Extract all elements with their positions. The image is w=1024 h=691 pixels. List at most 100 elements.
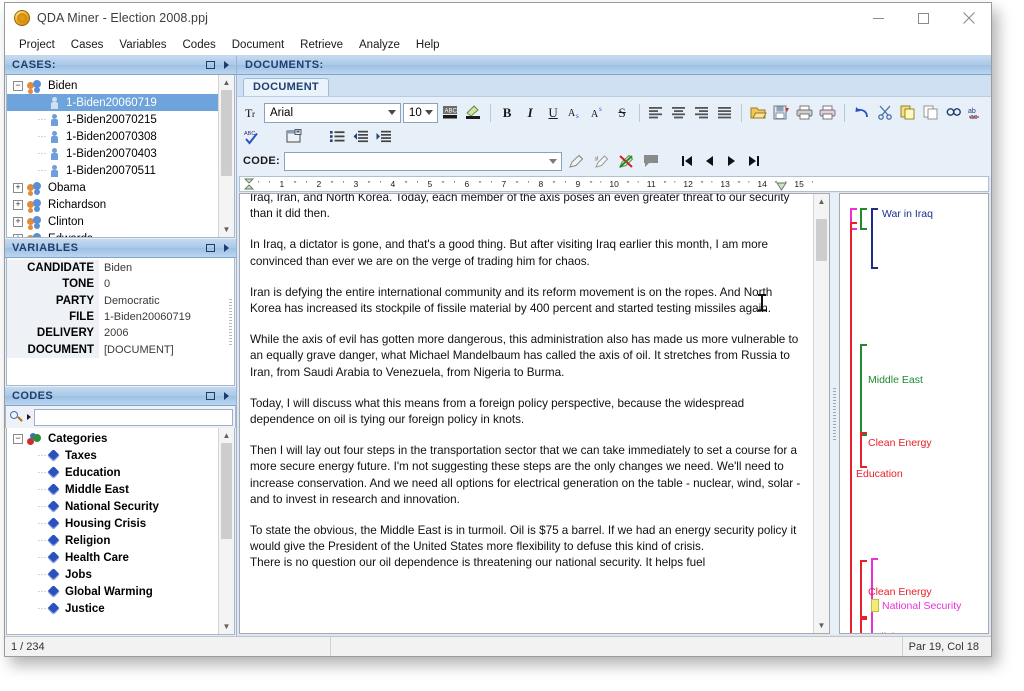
cases-menu-chevron-icon[interactable]	[221, 60, 232, 71]
align-center-icon[interactable]	[668, 102, 689, 123]
next-icon[interactable]	[722, 152, 741, 171]
tree-item-health-care[interactable]: ⋯ Health Care	[7, 549, 218, 566]
undo-icon[interactable]	[851, 102, 872, 123]
tree-item-education[interactable]: ⋯ Education	[7, 464, 218, 481]
maximize-button[interactable]	[901, 3, 946, 33]
margin-code-label[interactable]: Religion	[868, 631, 906, 633]
tree-item-taxes[interactable]: ⋯ Taxes	[7, 447, 218, 464]
tree-item-edwards[interactable]: + Edwards	[7, 230, 218, 237]
scroll-down-icon[interactable]: ▼	[814, 618, 829, 633]
previous-icon[interactable]	[700, 152, 719, 171]
unassign-code-icon[interactable]	[591, 151, 612, 172]
first-icon[interactable]	[678, 152, 697, 171]
scroll-up-icon[interactable]: ▲	[219, 428, 234, 443]
variable-row-candidate[interactable]: CANDIDATE Biden	[7, 260, 227, 277]
tree-item-justice[interactable]: ⋯ Justice	[7, 600, 218, 617]
tab-document[interactable]: DOCUMENT	[243, 78, 329, 96]
tree-item-biden[interactable]: − Biden	[7, 77, 218, 94]
document-text-pane[interactable]: Iraq, Iran, and North Korea. Today, each…	[239, 193, 830, 634]
tree-item-national-security[interactable]: ⋯ National Security	[7, 498, 218, 515]
properties-icon[interactable]	[284, 126, 305, 147]
menu-variables[interactable]: Variables	[111, 37, 174, 53]
scroll-up-icon[interactable]: ▲	[219, 75, 234, 90]
margin-code-label[interactable]: National Security	[882, 600, 961, 612]
tree-item-religion[interactable]: ⋯ Religion	[7, 532, 218, 549]
expand-icon[interactable]: +	[13, 182, 23, 193]
variables-grip[interactable]	[227, 258, 234, 385]
menu-document[interactable]: Document	[224, 37, 292, 53]
print-icon[interactable]	[794, 102, 815, 123]
highlight-color-icon[interactable]	[463, 102, 484, 123]
variables-menu-chevron-icon[interactable]	[221, 243, 232, 254]
paste-icon[interactable]	[920, 102, 941, 123]
italic-icon[interactable]: I	[520, 102, 541, 123]
codes-search-input[interactable]	[34, 408, 233, 426]
code-combobox[interactable]	[283, 151, 562, 171]
tree-item-jobs[interactable]: ⋯ Jobs	[7, 566, 218, 583]
menu-cases[interactable]: Cases	[63, 37, 112, 53]
subscript-icon[interactable]: As	[566, 102, 587, 123]
tree-item-middle-east[interactable]: ⋯ Middle East	[7, 481, 218, 498]
save-as-icon[interactable]	[771, 102, 792, 123]
scroll-track[interactable]	[814, 209, 829, 618]
collapse-icon[interactable]: −	[13, 433, 23, 444]
variables-maximize-icon[interactable]	[205, 243, 216, 254]
editor-margin-splitter[interactable]	[830, 193, 839, 634]
delete-code-icon[interactable]	[616, 151, 637, 172]
scroll-up-icon[interactable]: ▲	[814, 194, 829, 209]
variable-row-party[interactable]: PARTY Democratic	[7, 292, 227, 309]
align-left-icon[interactable]	[645, 102, 666, 123]
last-icon[interactable]	[744, 152, 763, 171]
tree-item-biden20070308[interactable]: ⋯ 1-Biden20070308	[7, 128, 218, 145]
align-justify-icon[interactable]	[714, 102, 735, 123]
find-icon[interactable]	[943, 102, 964, 123]
text-color-icon[interactable]: ABC	[440, 102, 461, 123]
indent-marker-left-icon[interactable]	[243, 178, 255, 191]
bullet-list-icon[interactable]	[327, 126, 348, 147]
tree-item-biden20070215[interactable]: ⋯ 1-Biden20070215	[7, 111, 218, 128]
cut-icon[interactable]	[874, 102, 895, 123]
minimize-button[interactable]	[856, 3, 901, 33]
cases-scrollbar[interactable]: ▲ ▼	[218, 75, 234, 237]
variable-row-tone[interactable]: TONE 0	[7, 276, 227, 293]
copy-icon[interactable]	[897, 102, 918, 123]
bold-icon[interactable]: B	[497, 102, 518, 123]
national-security-swatch[interactable]	[871, 599, 879, 612]
search-icon[interactable]	[9, 410, 24, 425]
margin-code-label[interactable]: Middle East	[868, 374, 923, 386]
coding-margin[interactable]: War in Iraq Middle East Clean Energy Edu…	[839, 193, 989, 634]
scroll-thumb[interactable]	[816, 219, 827, 261]
margin-code-label[interactable]: Clean Energy	[868, 437, 932, 449]
scroll-thumb[interactable]	[221, 443, 232, 539]
open-icon[interactable]	[748, 102, 769, 123]
font-size-select[interactable]: 10	[402, 102, 438, 123]
margin-code-label[interactable]: Education	[856, 468, 903, 480]
tree-item-biden20070511[interactable]: ⋯ 1-Biden20070511	[7, 162, 218, 179]
decrease-indent-icon[interactable]	[350, 126, 371, 147]
expand-icon[interactable]: +	[13, 233, 23, 237]
menu-analyze[interactable]: Analyze	[351, 37, 408, 53]
indent-marker-right-icon[interactable]	[776, 178, 787, 191]
replace-icon[interactable]: ab ac	[966, 102, 987, 123]
variable-row-delivery[interactable]: DELIVERY 2006	[7, 325, 227, 342]
align-right-icon[interactable]	[691, 102, 712, 123]
underline-icon[interactable]: U	[543, 102, 564, 123]
menu-codes[interactable]: Codes	[175, 37, 224, 53]
search-options-chevron-icon[interactable]	[27, 414, 31, 420]
document-scrollbar[interactable]: ▲ ▼	[813, 194, 829, 633]
variable-row-file[interactable]: FILE 1-Biden20060719	[7, 308, 227, 326]
spellcheck-icon[interactable]: ABC	[241, 126, 262, 147]
assign-code-icon[interactable]	[566, 151, 587, 172]
scroll-track[interactable]	[219, 90, 234, 222]
comment-icon[interactable]	[641, 151, 662, 172]
font-family-select[interactable]: Arial	[264, 102, 401, 123]
variable-row-document[interactable]: DOCUMENT [DOCUMENT]	[7, 341, 227, 358]
increase-indent-icon[interactable]	[373, 126, 394, 147]
tree-item-obama[interactable]: + Obama	[7, 179, 218, 196]
menu-project[interactable]: Project	[11, 37, 63, 53]
tree-item-housing-crisis[interactable]: ⋯ Housing Crisis	[7, 515, 218, 532]
codes-scrollbar[interactable]: ▲ ▼	[218, 428, 234, 634]
tree-item-clinton[interactable]: + Clinton	[7, 213, 218, 230]
strikethrough-icon[interactable]: S	[612, 102, 633, 123]
print-preview-icon[interactable]	[817, 102, 838, 123]
